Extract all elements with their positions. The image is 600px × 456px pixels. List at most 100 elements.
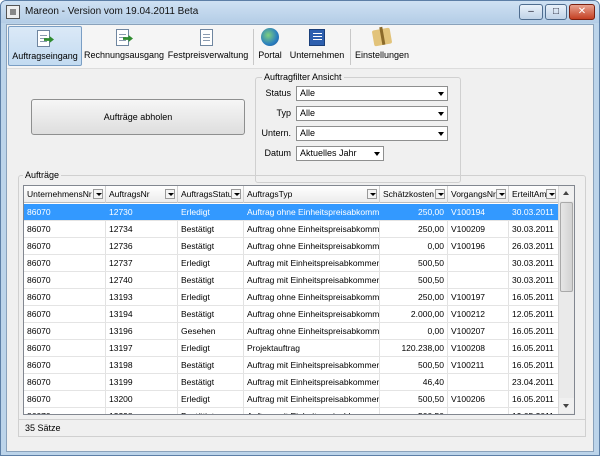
table-row[interactable]: 86070 12730 Erledigt Auftrag ohne Einheitsp…: [24, 204, 559, 221]
table-cell: V100194: [448, 204, 509, 220]
table-row[interactable]: 86070 13200 Erledigt Auftrag mit Einheitspr…: [24, 391, 559, 408]
table-cell: Erledigt: [178, 204, 244, 220]
column-filter-icon[interactable]: [367, 189, 377, 199]
table-cell: Auftrag ohne Einheitspreisabkommen: [244, 204, 380, 220]
table-row[interactable]: 8607013298BestätigtAuftrag mit Einheitsp…: [24, 408, 559, 414]
company-select[interactable]: Alle: [296, 126, 448, 141]
scroll-thumb[interactable]: [560, 202, 573, 292]
orders-grid: UnternehmensNr AuftragsNr AuftragsStatus Au…: [23, 185, 575, 415]
table-cell: V100209: [448, 221, 509, 237]
table-cell: 250,00: [380, 204, 448, 220]
column-header-label: VorgangsNr: [451, 189, 496, 199]
table-cell: 13196: [106, 323, 178, 339]
doc-in-icon: [34, 29, 56, 49]
table-row[interactable]: 86070 13196 Gesehen Auftrag ohne Einheitspr…: [24, 323, 559, 340]
date-select[interactable]: Aktuelles Jahr: [296, 146, 384, 161]
app-icon: [6, 5, 20, 19]
table-cell: Auftrag ohne Einheitspreisabkommen: [244, 221, 380, 237]
table-cell: 12734: [106, 221, 178, 237]
table-cell: 86070: [24, 374, 106, 390]
column-filter-icon[interactable]: [165, 189, 175, 199]
column-header-label: UnternehmensNr: [27, 189, 92, 199]
table-cell: 13198: [106, 357, 178, 373]
table-cell: 13199: [106, 374, 178, 390]
table-cell: Erledigt: [178, 391, 244, 407]
toolbar-separator: [350, 29, 351, 65]
table-cell: Auftrag ohne Einheitspreisabkommen: [244, 289, 380, 305]
table-row[interactable]: 86070 13198 Bestätigt Auftrag mit Einheitsp…: [24, 357, 559, 374]
table-row[interactable]: 86070 13197 Erledigt Projektauftrag 120.238,…: [24, 340, 559, 357]
table-cell: 30.03.2011: [509, 272, 559, 288]
table-cell: 86070: [24, 221, 106, 237]
column-header-label: Schätzkosten: [383, 189, 435, 199]
column-filter-icon[interactable]: [496, 189, 506, 199]
table-cell: Auftrag mit Einheitspreisabkommen: [244, 408, 380, 414]
client-area: Auftragseingang Rechnungsausgang Festpre…: [6, 24, 594, 452]
table-row[interactable]: 86070 13193 Erledigt Auftrag ohne Einheitsp…: [24, 289, 559, 306]
table-cell: [448, 374, 509, 390]
company-label: Untern.: [261, 128, 291, 138]
chevron-down-icon: [438, 132, 444, 136]
table-cell: Bestätigt: [178, 221, 244, 237]
maximize-button[interactable]: □: [545, 4, 567, 20]
fetch-orders-button[interactable]: Aufträge abholen: [31, 99, 245, 135]
scroll-down-button[interactable]: [559, 398, 574, 413]
close-button[interactable]: ✕: [569, 4, 595, 20]
toolbar-festpreisverwaltung[interactable]: Festpreisverwaltung: [166, 26, 250, 66]
column-header-label: ErteiltAm: [512, 189, 547, 199]
column-filter-icon[interactable]: [435, 189, 445, 199]
column-header[interactable]: Schätzkosten: [380, 186, 448, 203]
table-cell: [448, 408, 509, 414]
table-cell: Auftrag mit Einheitspreisabkommen: [244, 391, 380, 407]
chevron-down-icon: [438, 112, 444, 116]
table-cell: 86070: [24, 391, 106, 407]
title-bar: Mareon - Version vom 19.04.2011 Beta – □…: [1, 1, 599, 23]
table-cell: 500,50: [380, 391, 448, 407]
table-cell: 12740: [106, 272, 178, 288]
table-cell: 86070: [24, 238, 106, 254]
table-row[interactable]: 86070 13199 Bestätigt Auftrag mit Einheitsp…: [24, 374, 559, 391]
column-header[interactable]: UnternehmensNr: [24, 186, 106, 203]
price-list-icon: [197, 28, 219, 48]
table-cell: Auftrag mit Einheitspreisabkommen: [244, 272, 380, 288]
table-row[interactable]: 86070 12734 Bestätigt Auftrag ohne Einheits…: [24, 221, 559, 238]
vertical-scrollbar[interactable]: [558, 186, 574, 414]
status-select[interactable]: Alle: [296, 86, 448, 101]
type-select-value: Alle: [300, 108, 316, 118]
scroll-up-button[interactable]: [559, 186, 574, 201]
toolbar-unternehmen[interactable]: Unternehmen: [286, 26, 348, 66]
table-cell: 13193: [106, 289, 178, 305]
table-cell: 12730: [106, 204, 178, 220]
column-header-label: AuftragsStatus: [181, 189, 237, 199]
column-filter-icon[interactable]: [93, 189, 103, 199]
toolbar-auftragseingang[interactable]: Auftragseingang: [8, 26, 82, 66]
table-cell: Erledigt: [178, 289, 244, 305]
toolbar-label: Einstellungen: [354, 50, 410, 60]
column-header[interactable]: ErteiltAm: [509, 186, 559, 203]
doc-out-icon: [113, 28, 135, 48]
chevron-down-icon: [374, 152, 380, 156]
date-select-value: Aktuelles Jahr: [300, 148, 357, 158]
column-header[interactable]: VorgangsNr: [448, 186, 509, 203]
table-cell: 12737: [106, 255, 178, 271]
column-header[interactable]: AuftragsStatus: [178, 186, 244, 203]
type-select[interactable]: Alle: [296, 106, 448, 121]
toolbar-einstellungen[interactable]: Einstellungen: [353, 26, 411, 66]
toolbar-portal[interactable]: Portal: [256, 26, 284, 66]
column-header[interactable]: AuftragsTyp: [244, 186, 380, 203]
table-cell: Auftrag ohne Einheitspreisabkommen: [244, 323, 380, 339]
column-filter-icon[interactable]: [231, 189, 241, 199]
table-cell: 86070: [24, 204, 106, 220]
minimize-button[interactable]: –: [519, 4, 543, 20]
toolbar-rechnungsausgang[interactable]: Rechnungsausgang: [84, 26, 164, 66]
table-row[interactable]: 86070 12736 Bestätigt Auftrag ohne Einheits…: [24, 238, 559, 255]
table-row[interactable]: 86070 12737 Erledigt Auftrag mit Einheitspr…: [24, 255, 559, 272]
table-row[interactable]: 86070 13194 Bestätigt Auftrag ohne Einheits…: [24, 306, 559, 323]
table-cell: 500,50: [380, 255, 448, 271]
table-cell: Bestätigt: [178, 374, 244, 390]
table-row[interactable]: 86070 12740 Bestätigt Auftrag mit Einheitsp…: [24, 272, 559, 289]
column-header[interactable]: AuftragsNr: [106, 186, 178, 203]
table-cell: Auftrag mit Einheitspreisabkommen: [244, 255, 380, 271]
table-cell: V100197: [448, 289, 509, 305]
column-filter-icon[interactable]: [546, 189, 556, 199]
